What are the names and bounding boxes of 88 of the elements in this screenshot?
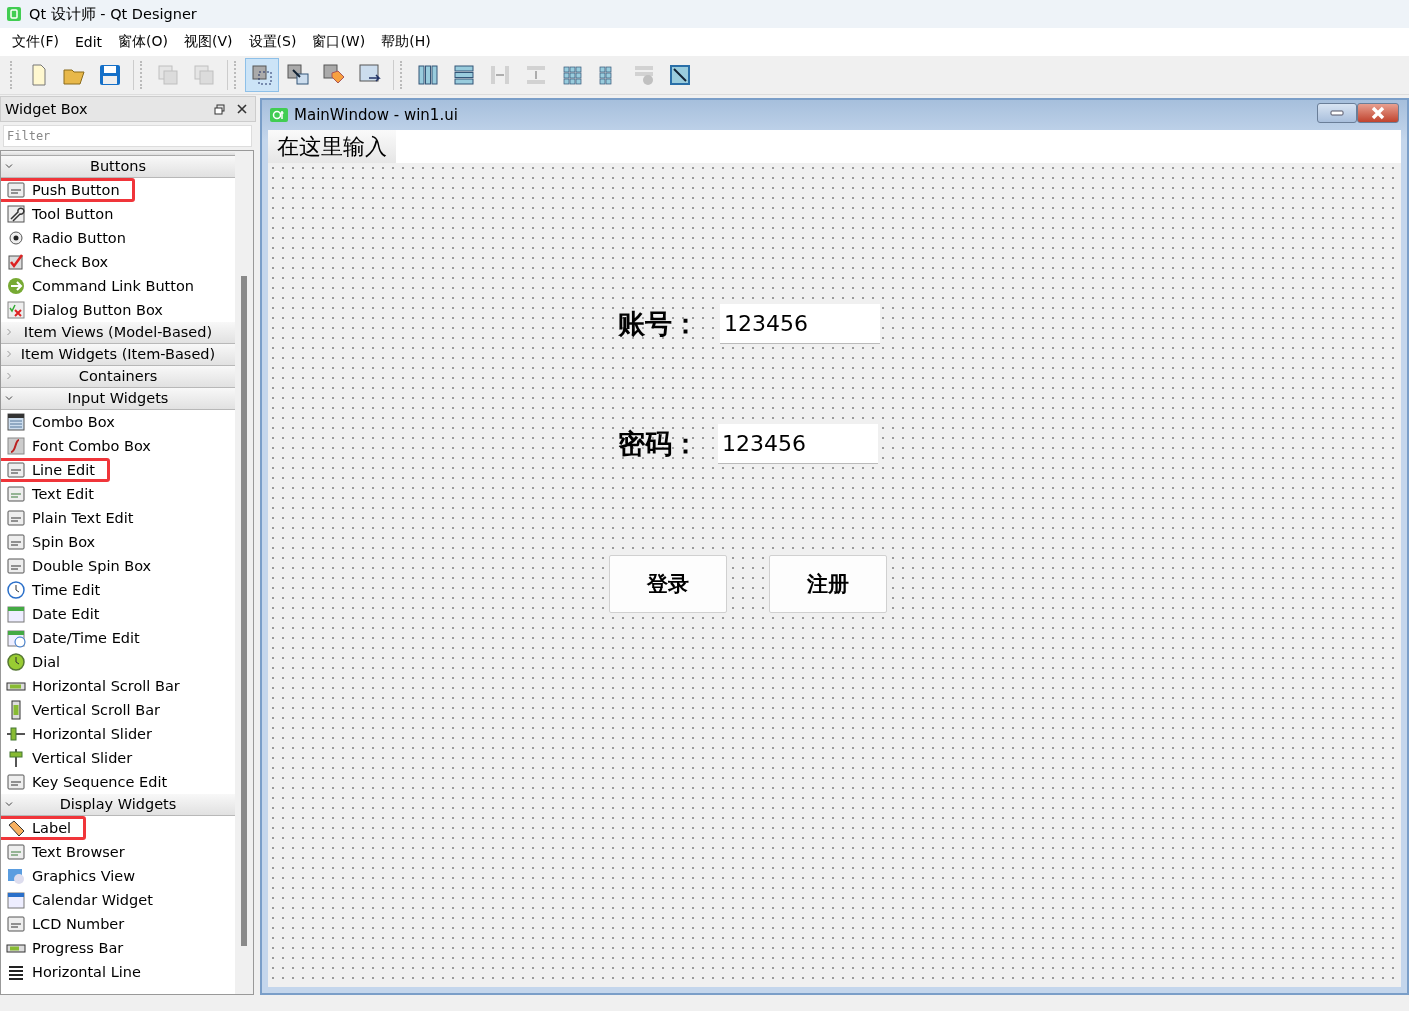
menu-item[interactable]: 窗体(O) [110,33,177,51]
check-cross-icon [6,300,26,320]
calendar-clock-icon [6,628,26,648]
widget-list-item[interactable]: Radio Button [1,226,141,250]
push-button[interactable]: 登录 [609,555,727,613]
widget-list-item[interactable]: Check Box [1,250,124,274]
window-title: Qt 设计师 - Qt Designer [29,4,197,24]
chevron-icon [5,350,13,358]
text-input[interactable]: 123456 [720,304,880,344]
widget-list-item[interactable]: Key Sequence Edit [1,770,183,794]
widget-list-item[interactable]: Time Edit [1,578,116,602]
radio-button-icon [6,228,26,248]
category-header[interactable]: Containers [1,366,235,388]
widget-list-item[interactable]: Horizontal Line [1,960,156,984]
menu-item[interactable]: 窗口(W) [304,33,374,51]
checkbox-icon [6,252,26,272]
image-icon [6,866,26,886]
widget-list-item[interactable]: Date Edit [1,602,115,626]
widget-list-item[interactable]: Command Link Button [1,274,209,298]
text-field-icon [6,460,26,480]
menu-item[interactable]: 设置(S) [240,33,305,51]
category-header[interactable]: Item Widgets (Item-Based) [1,344,235,366]
minimize-button[interactable] [1317,103,1357,123]
slider-icon [6,748,26,768]
text-page-icon [6,842,26,862]
widget-list-item[interactable]: Text Browser [1,840,140,864]
text-input[interactable]: 123456 [718,424,878,464]
calendar-icon [6,604,26,624]
text-page-icon [6,508,26,528]
menu-item[interactable]: Edit [67,34,111,50]
widget-list-item[interactable]: Plain Text Edit [1,506,149,530]
text-page-icon [6,484,26,504]
widget-list-item[interactable]: Spin Box [1,530,111,554]
menu-item[interactable]: 文件(F) [4,33,67,51]
widget-list-item[interactable]: Double Spin Box [1,554,167,578]
clock-icon [6,580,26,600]
widget-list-item[interactable]: Horizontal Scroll Bar [1,674,195,698]
widget-list-item[interactable]: Tool Button [1,202,129,226]
widget-list-item[interactable]: Horizontal Slider [1,722,167,746]
chevron-icon [5,328,13,336]
widget-list-item[interactable]: Font Combo Box [1,434,166,458]
slider-icon [6,724,26,744]
menu-placeholder[interactable]: 在这里输入 [268,130,396,163]
widget-list-item[interactable]: Line Edit [1,458,110,482]
widget-list-item[interactable]: Calendar Widget [1,888,168,912]
float-icon[interactable] [214,103,225,115]
app-logo-icon [7,7,21,21]
widget-list-item[interactable]: Date/Time Edit [1,626,155,650]
panel-title: Widget Box [5,101,88,117]
wrench-icon [6,204,26,224]
filter-field[interactable]: Filter [3,125,252,147]
tag-icon [6,818,26,838]
menu-item[interactable]: 视图(V) [176,33,241,51]
chevron-icon [5,372,13,380]
chevron-icon [5,394,13,402]
widget-list-item[interactable]: Dial [1,650,76,674]
widget-list-item[interactable]: Dialog Button Box [1,298,178,322]
close-icon[interactable] [237,104,247,114]
minimize-icon [1330,110,1344,116]
chevron-icon [5,162,13,170]
widget-list-item[interactable]: Progress Bar [1,936,139,960]
category-header[interactable]: Item Views (Model-Based) [1,322,235,344]
field-label: 密码： [618,427,699,461]
text-field-icon [6,772,26,792]
widget-list-item[interactable]: Vertical Scroll Bar [1,698,176,722]
category-header[interactable]: Display Widgets [1,794,235,816]
widget-list-item[interactable]: Vertical Slider [1,746,148,770]
form-window-title: MainWindow - win1.ui [294,106,458,124]
dropdown-icon [6,412,26,432]
category-header[interactable]: Input Widgets [1,388,235,410]
close-icon [1370,106,1386,120]
menu-item[interactable]: 帮助(H) [373,33,439,51]
dial-icon [6,652,26,672]
selection-icon[interactable] [245,58,279,92]
widget-list-item[interactable]: Label [1,816,87,840]
calendar-icon [6,890,26,910]
widget-list-item[interactable]: LCD Number [1,912,140,936]
push-button[interactable]: 注册 [769,555,887,613]
arrow-circle-icon [6,276,26,296]
chevron-icon [5,800,13,808]
widget-list-item[interactable]: Graphics View [1,864,151,888]
category-header[interactable]: Buttons [1,156,235,178]
widget-list-item[interactable]: Push Button [1,178,135,202]
close-button[interactable] [1357,103,1399,123]
widget-list-item[interactable]: Combo Box [1,410,130,434]
font-icon [6,436,26,456]
field-label: 账号： [618,307,699,341]
widget-list-item[interactable]: Text Edit [1,482,109,506]
